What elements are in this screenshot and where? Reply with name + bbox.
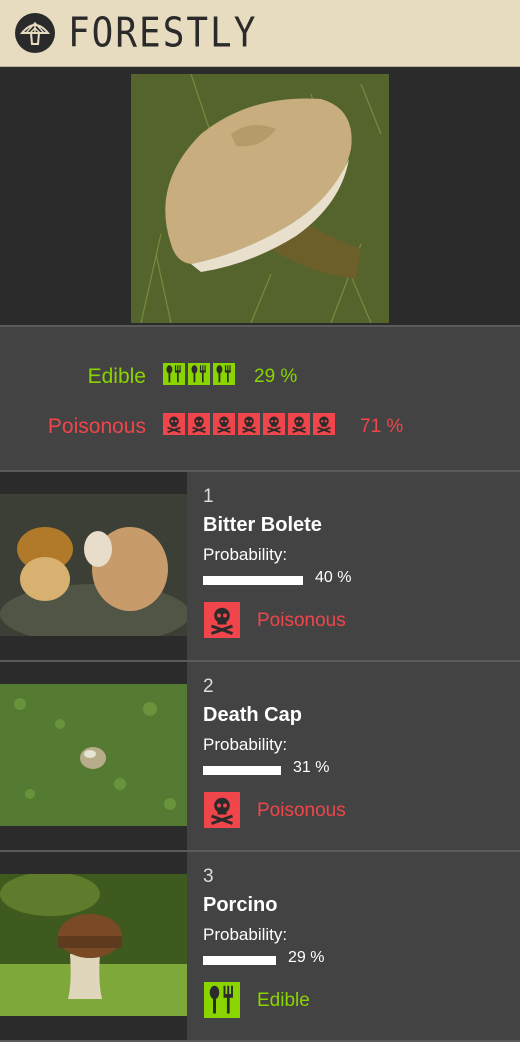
- result-item-2[interactable]: 2 Death Cap Probability: 31 % Poisonous: [0, 662, 520, 852]
- poisonous-label: Poisonous: [47, 415, 146, 438]
- result-name: Death Cap: [203, 704, 302, 726]
- mushroom-logo-icon: [15, 13, 55, 53]
- result-rank: 3: [203, 866, 214, 887]
- classification-summary: Edible 29 % Poisonous 71 %: [0, 327, 520, 472]
- probability-label: Probability:: [203, 735, 288, 754]
- result-photo: [0, 494, 187, 636]
- skull-crossbones-icon: [163, 413, 185, 435]
- result-item-1[interactable]: 1 Bitter Bolete Probability: 40 % Poison…: [0, 472, 520, 662]
- result-name: Porcino: [203, 894, 278, 916]
- result-rank: 2: [203, 676, 214, 697]
- fork-spoon-icon: [213, 363, 235, 385]
- poisonous-meter: [163, 413, 335, 435]
- hero-photo-panel: [0, 67, 520, 327]
- skull-crossbones-icon: [288, 413, 310, 435]
- probability-bar: [203, 576, 303, 585]
- probability-label: Probability:: [203, 925, 288, 944]
- classification-label: Edible: [257, 990, 310, 1011]
- probability-percent: 40 %: [315, 569, 352, 586]
- poisonous-percent: 71 %: [360, 416, 404, 437]
- classification-label: Poisonous: [257, 610, 346, 631]
- skull-crossbones-icon: [204, 602, 240, 638]
- skull-crossbones-icon: [204, 792, 240, 828]
- edible-summary-row: Edible 29 %: [0, 363, 520, 393]
- probability-bar: [203, 956, 276, 965]
- poisonous-summary-row: Poisonous 71 %: [0, 413, 520, 443]
- result-rank: 1: [203, 486, 214, 507]
- skull-crossbones-icon: [213, 413, 235, 435]
- uploaded-mushroom-photo: [131, 74, 389, 323]
- classification-label: Poisonous: [257, 800, 346, 821]
- result-name: Bitter Bolete: [203, 514, 322, 536]
- skull-crossbones-icon: [188, 413, 210, 435]
- probability-percent: 29 %: [288, 949, 325, 966]
- app-title: FORESTLY: [68, 9, 258, 57]
- edible-label: Edible: [87, 365, 146, 388]
- skull-crossbones-icon: [263, 413, 285, 435]
- fork-spoon-icon: [188, 363, 210, 385]
- skull-crossbones-icon: [238, 413, 260, 435]
- probability-bar: [203, 766, 281, 775]
- result-photo: [0, 684, 187, 826]
- probability-percent: 31 %: [293, 759, 330, 776]
- edible-meter: [163, 363, 235, 385]
- fork-spoon-icon: [204, 982, 240, 1018]
- result-photo: [0, 874, 187, 1016]
- probability-label: Probability:: [203, 545, 288, 564]
- fork-spoon-icon: [163, 363, 185, 385]
- skull-crossbones-icon: [313, 413, 335, 435]
- app-header: FORESTLY: [0, 0, 520, 67]
- edible-percent: 29 %: [254, 366, 298, 387]
- result-item-3[interactable]: 3 Porcino Probability: 29 % Edible: [0, 852, 520, 1042]
